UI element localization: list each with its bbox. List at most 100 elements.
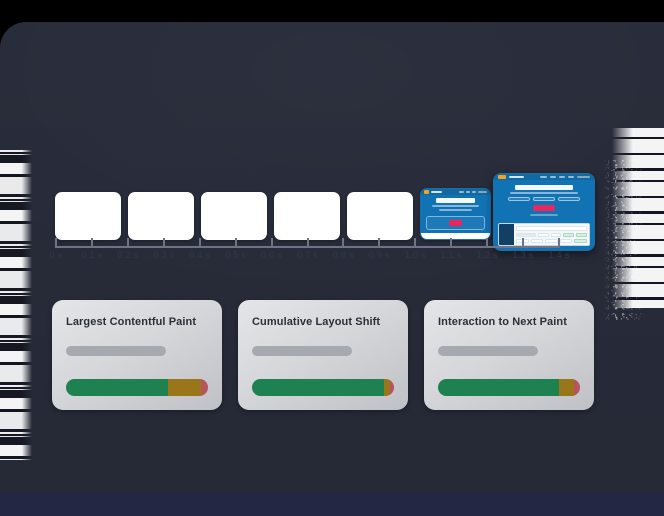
axis-tick-label: 0.6 s [261,250,283,260]
thumbnail-headline [515,185,573,190]
axis-tick-label: 1.2 s [476,250,498,260]
thumbnail-headline [435,198,476,204]
thumbnail-cta-button [533,205,555,211]
axis-tick [90,238,93,247]
thumbnail-nav-link [567,176,575,178]
metric-distribution-bar [66,379,208,396]
metric-card-cls[interactable]: Cumulative Layout Shift [238,300,408,410]
axis-tick [486,238,489,247]
axis-tick-label: 0.3 s [153,250,175,260]
axis-tick-label: 1.3 s [512,250,534,260]
axis-tick-label: 0.9 s [368,250,390,260]
axis-tick [126,238,129,247]
screenshot-root: 0 s 0.1 s 0.2 s 0.3 s 0.4 s 0.5 s 0.6 s 0.7 s 0.… [0,0,664,516]
filmstrip-frame-blank[interactable] [55,192,121,240]
thumbnail-hero [494,180,594,219]
metric-title: Interaction to Next Paint [438,316,568,328]
metric-title: Cumulative Layout Shift [252,316,381,328]
metric-segment-poor [574,379,580,396]
metric-card-lcp[interactable]: Largest Contentful Paint [52,300,222,410]
thumbnail-dashboard-preview [498,223,590,246]
dash-card [550,233,562,237]
core-web-vitals-cards: Largest Contentful Paint Cumulative Layou… [52,300,594,410]
metric-card-inp[interactable]: Interaction to Next Paint [424,300,594,410]
thumbnail-logo-icon [423,190,430,194]
filmstrip-frame-blank[interactable] [274,192,340,240]
dash-card [576,233,587,237]
axis-tick-label: 0.7 s [296,250,319,260]
thumbnail-logo-icon [498,175,507,179]
dash-card [574,239,588,243]
thumbnail-nav-cta [577,175,590,179]
thumbnail-subline [438,209,473,212]
thumbnail-nav-link [549,176,556,178]
thumbnail-footer [421,232,490,239]
thumbnail-cta-note [529,214,559,216]
axis-tick [414,238,417,247]
dash-card [563,233,575,237]
dash-row [516,233,587,237]
thumbnail-cta-button [449,220,462,227]
filmstrip-time-axis: 0 s 0.1 s 0.2 s 0.3 s 0.4 s 0.5 s 0.6 s 0.7 s 0.… [50,238,569,274]
thumbnail-chip [533,197,555,201]
metric-segment-poor [200,379,208,396]
thumbnail-nav-link [472,191,477,193]
axis-tick-label: 0.2 s [117,250,139,260]
axis-tick-label: 0.4 s [189,250,211,260]
axis-tick [198,238,201,247]
dash-card [545,239,558,243]
thumbnail-page-partial [421,189,490,239]
metric-distribution-bar [438,379,580,396]
filmstrip-frame-blank[interactable] [201,192,267,240]
dash-row [516,239,588,243]
thumbnail-chip [508,197,530,201]
axis-tick-label: 1.4 s [548,250,570,260]
app-page-panel: 0 s 0.1 s 0.2 s 0.3 s 0.4 s 0.5 s 0.6 s 0.7 s 0.… [0,22,664,516]
metric-value-skeleton [252,346,352,356]
dash-card [559,239,573,243]
thumbnail-nav-link [459,191,464,193]
metric-segment-poor [389,379,394,396]
thumbnail-subline [432,205,479,208]
thumbnail-logo-wordmark [509,175,524,179]
filmstrip-frame-partial[interactable] [420,188,491,240]
metric-segment-good [66,379,169,396]
metric-segment-needs-improvement [558,379,575,396]
axis-tick [55,238,57,247]
metric-value-skeleton [66,346,166,356]
metric-segment-good [252,379,385,396]
thumbnail-subline [510,192,578,194]
axis-tick-label: 0.1 s [81,250,103,260]
axis-tick [558,238,560,247]
axis-tick [306,238,309,247]
dash-card [537,233,549,237]
filmstrip-frame-blank[interactable] [347,192,413,240]
thumbnail-nav-link [540,176,547,178]
axis-tick [234,238,237,247]
axis-tick [342,238,345,247]
thumbnail-nav-cta [478,190,488,194]
thumbnail-logo-wordmark [431,190,442,194]
axis-tick [270,238,273,247]
dash-topbar [516,226,587,231]
filmstrip-frame-blank[interactable] [128,192,194,240]
page-footer-band [0,492,664,516]
axis-tick-label: 0.5 s [225,250,247,260]
axis-tick [162,238,165,247]
thumbnail-chip-row [508,197,580,201]
dash-sidebar [499,224,515,245]
filmstrip-frame-complete[interactable] [493,173,595,251]
axis-tick [450,238,453,247]
metric-distribution-bar [252,379,394,396]
axis-tick-label: 1.0 s [404,250,426,260]
thumbnail-nav-link [558,176,566,178]
thumbnail-nav-link [465,191,471,193]
filmstrip-track[interactable] [55,173,595,251]
metric-segment-good [438,379,559,396]
thumbnail-url-input-panel [425,216,486,231]
thumbnail-hero [421,195,490,214]
metric-title: Largest Contentful Paint [66,316,197,328]
dash-card [530,239,544,243]
dash-main [514,224,589,245]
axis-tick [522,238,525,247]
